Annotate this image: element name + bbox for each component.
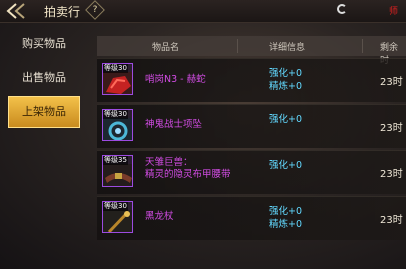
item-name-line-1: 天雏巨兽： — [145, 157, 193, 168]
table-row[interactable]: 等级30 神鬼战士项坠 强化+0 23时 — [97, 104, 406, 148]
tab-listed-items[interactable]: 上架物品 — [8, 96, 80, 128]
item-name: 黑龙杖 — [145, 211, 174, 222]
table-row[interactable]: 等级35 天雏巨兽： 精灵的隐灵布甲腰带 强化+0 23时 — [97, 150, 406, 194]
page-title: 拍卖行 — [44, 5, 81, 19]
remaining-time: 23时 — [380, 77, 403, 88]
enhance-value: 强化+0 — [269, 206, 303, 217]
remaining-time: 23时 — [380, 123, 403, 134]
level-badge: 等级30 — [103, 110, 128, 119]
back-button[interactable] — [4, 1, 34, 21]
item-name: 哨岗N3 - 赫蛇 — [145, 74, 206, 85]
column-header-item-name: 物品名 — [152, 43, 180, 53]
refine-value: 精炼+0 — [269, 219, 303, 230]
remaining-time: 23时 — [380, 169, 403, 180]
header-divider — [237, 39, 238, 53]
level-badge: 等级30 — [103, 64, 128, 73]
item-icon-frame: 等级30 — [102, 63, 133, 95]
item-name-line-2: 精灵的隐灵布甲腰带 — [145, 169, 231, 180]
table-row[interactable]: 等级30 哨岗N3 - 赫蛇 强化+0 精炼+0 23时 — [97, 58, 406, 102]
item-icon-frame: 等级35 — [102, 155, 133, 187]
enhance-value: 强化+0 — [269, 114, 303, 125]
staff-item-icon — [103, 210, 132, 232]
enhance-value: 强化+0 — [269, 68, 303, 79]
level-badge: 等级35 — [103, 156, 128, 165]
top-bar: 拍卖行 ? 师 — [0, 0, 406, 23]
level-badge: 等级30 — [103, 202, 128, 211]
red-cloth-item-icon — [103, 72, 132, 94]
back-arrow-icon — [6, 3, 25, 19]
tab-buy-items[interactable]: 购买物品 — [8, 28, 80, 60]
column-header-details: 详细信息 — [269, 43, 306, 53]
remaining-time: 23时 — [380, 215, 403, 226]
belt-item-icon — [103, 164, 132, 186]
enhance-value: 强化+0 — [269, 160, 303, 171]
table-header: 物品名 详细信息 剩余时 — [97, 36, 406, 66]
pendant-item-icon — [103, 118, 132, 140]
refine-value: 精炼+0 — [269, 81, 303, 92]
item-icon-frame: 等级30 — [102, 109, 133, 141]
table-row[interactable]: 等级30 黑龙杖 强化+0 精炼+0 23时 — [97, 196, 406, 240]
help-icon: ? — [92, 5, 98, 15]
tab-sell-items[interactable]: 出售物品 — [8, 62, 80, 94]
red-text-label: 师 — [389, 7, 399, 17]
item-name: 神鬼战士项坠 — [145, 119, 203, 130]
help-button[interactable]: ? — [85, 0, 105, 20]
loading-icon — [337, 4, 347, 14]
header-divider — [362, 39, 363, 53]
item-icon-frame: 等级30 — [102, 201, 133, 233]
